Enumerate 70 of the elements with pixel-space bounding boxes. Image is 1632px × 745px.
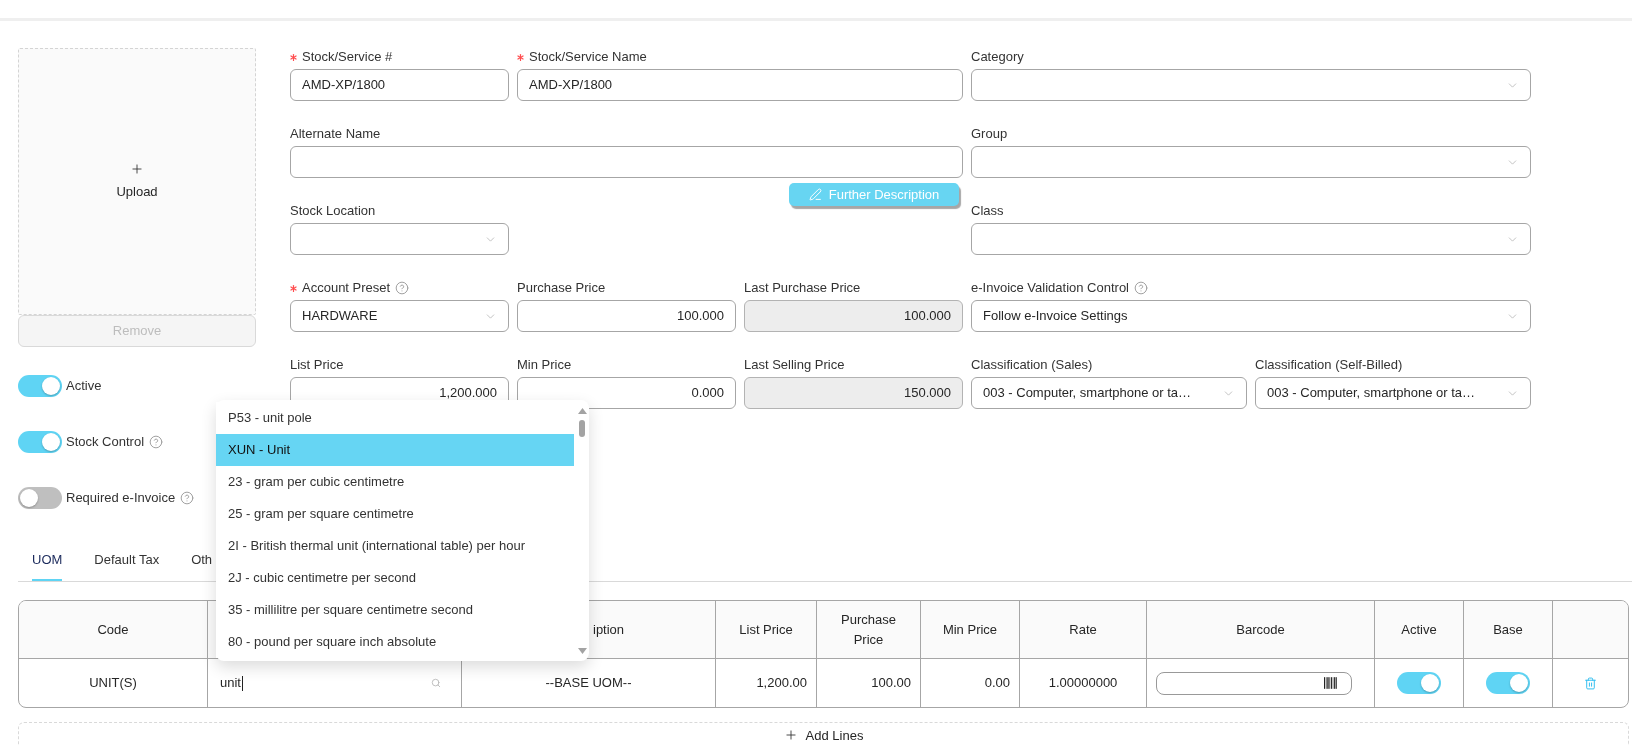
plus-icon <box>783 728 798 742</box>
field-label: Alternate Name <box>290 125 381 143</box>
tab[interactable]: Oth <box>191 541 213 581</box>
tab[interactable]: Default Tax <box>94 541 160 581</box>
field-label: Purchase Price <box>517 279 606 297</box>
table-cell: 1.00000000 <box>1020 659 1147 707</box>
select-field[interactable]: HARDWARE <box>290 300 509 332</box>
field-label: Last Selling Price <box>744 356 845 374</box>
scrollbar-thumb[interactable] <box>579 420 585 437</box>
pencil-icon <box>808 188 822 201</box>
tab[interactable]: UOM <box>32 541 63 581</box>
table-cell: 0.00 <box>921 659 1020 707</box>
field-label: Stock/Service # <box>302 48 393 66</box>
select-field[interactable] <box>971 69 1531 101</box>
column-header: Purchase Price <box>817 601 921 659</box>
select-field[interactable] <box>971 223 1531 255</box>
field-label: List Price <box>290 356 344 374</box>
table-cell: UNIT(S) <box>19 659 208 707</box>
toggle-switch[interactable] <box>18 431 62 453</box>
column-header: Active <box>1375 601 1464 659</box>
uom-search-field[interactable]: unit <box>208 659 461 707</box>
barcode-field[interactable] <box>1156 671 1352 695</box>
field-label: Min Price <box>517 356 572 374</box>
toggle-label: Stock Control <box>66 433 145 452</box>
column-header: Min Price <box>921 601 1020 659</box>
trash-icon[interactable] <box>1584 676 1597 690</box>
column-header: Base <box>1464 601 1553 659</box>
text-field[interactable]: AMD-XP/1800 <box>517 69 963 101</box>
select-field[interactable] <box>290 223 509 255</box>
number-field[interactable]: 0.000 <box>517 377 736 409</box>
add-lines-button[interactable]: Add Lines <box>18 722 1629 745</box>
table-cell: 100.00 <box>817 659 921 707</box>
field-label: Class <box>971 202 1004 220</box>
dropdown-option[interactable]: XUN - Unit <box>216 434 574 466</box>
toggle-label: Active <box>66 377 102 396</box>
number-field: 100.000 <box>744 300 963 332</box>
field-label: Group <box>971 125 1008 143</box>
toggle-label: Required e-Invoice <box>66 489 176 508</box>
field-label: Category <box>971 48 1024 66</box>
field-label: Stock Location <box>290 202 376 220</box>
field-label: e-Invoice Validation Control <box>971 279 1129 297</box>
column-header: Code <box>19 601 208 659</box>
text-field[interactable]: AMD-XP/1800 <box>290 69 509 101</box>
plus-icon <box>130 161 144 176</box>
select-field[interactable]: 003 - Computer, smartphone or ta… <box>971 377 1247 409</box>
table-cell: 1,200.00 <box>716 659 817 707</box>
search-icon <box>431 678 441 688</box>
field-label: Classification (Self-Billed) <box>1255 356 1403 374</box>
select-field[interactable]: 003 - Computer, smartphone or ta… <box>1255 377 1531 409</box>
text-cursor-icon <box>241 675 243 691</box>
number-field[interactable]: 100.000 <box>517 300 736 332</box>
toggle-switch[interactable] <box>1486 672 1530 694</box>
column-header: List Price <box>716 601 817 659</box>
scroll-up-arrow-icon[interactable] <box>577 408 587 414</box>
upload-button[interactable]: Upload <box>18 48 256 315</box>
field-label: Account Preset <box>302 279 391 297</box>
field-label: Classification (Sales) <box>971 356 1093 374</box>
column-header: Barcode <box>1147 601 1375 659</box>
toggle-switch[interactable] <box>1397 672 1441 694</box>
field-label: Stock/Service Name <box>529 48 647 66</box>
column-header: Rate <box>1020 601 1147 659</box>
toggle-switch[interactable] <box>18 375 62 397</box>
toggle-switch[interactable] <box>18 487 62 509</box>
select-field[interactable]: Follow e-Invoice Settings <box>971 300 1531 332</box>
barcode-icon <box>1324 677 1337 689</box>
select-field[interactable] <box>971 146 1531 178</box>
number-field: 150.000 <box>744 377 963 409</box>
text-field[interactable] <box>290 146 963 178</box>
field-label: Last Purchase Price <box>744 279 861 297</box>
scroll-down-arrow-icon[interactable] <box>577 648 587 654</box>
